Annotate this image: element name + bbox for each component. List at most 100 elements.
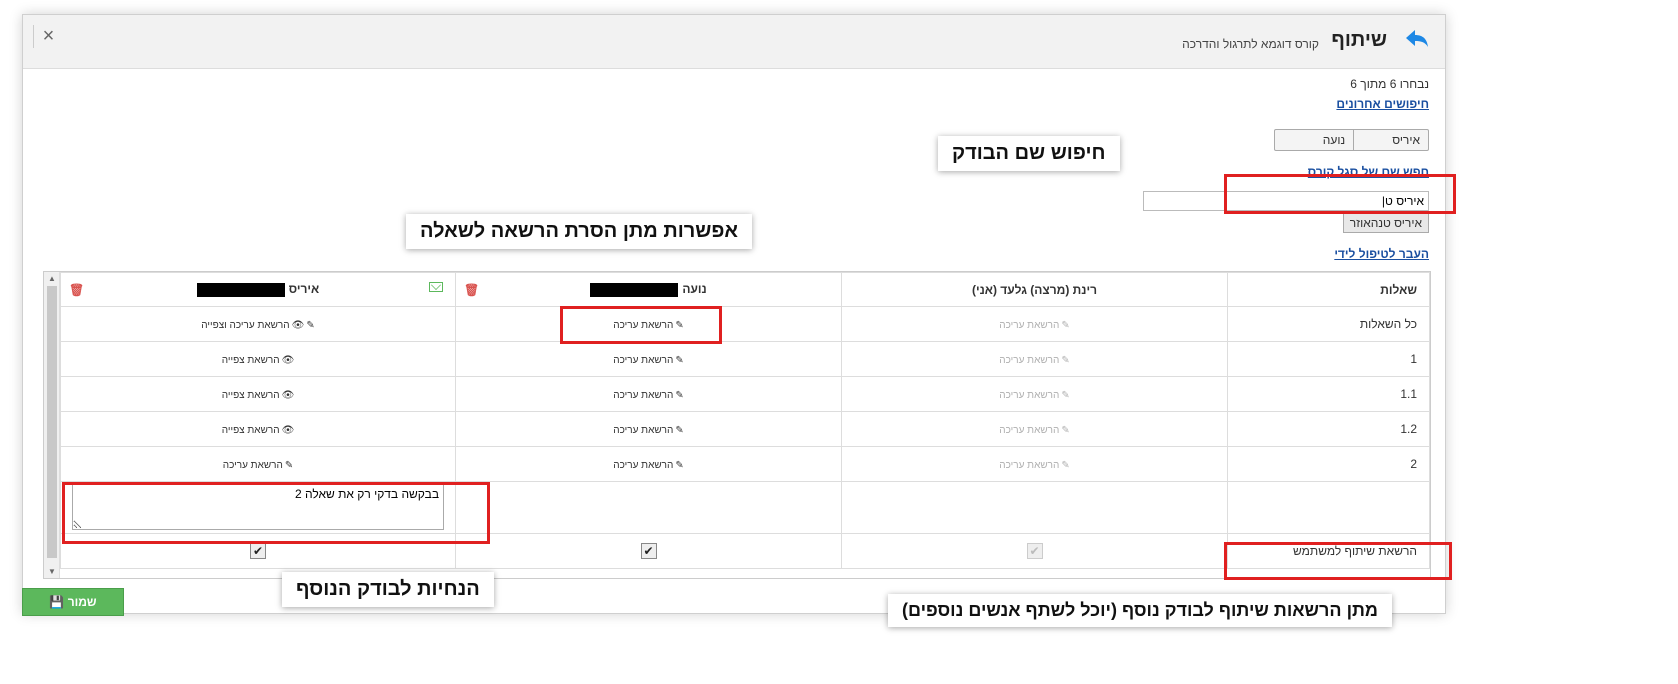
mail-icon[interactable]	[429, 282, 443, 292]
recent-searches-link[interactable]: חיפושים אחרונים	[1336, 97, 1429, 111]
scroll-thumb[interactable]	[47, 286, 57, 558]
redacted-name	[196, 282, 285, 297]
table-row: כל השאלות ✎הרשאת עריכה ✎הרשאת עריכה ✎👁הר…	[60, 306, 1430, 342]
share-dialog: שיתוף קורס דוגמא לתרגול והדרכה × נבחרו 6…	[22, 14, 1446, 614]
reviewer-notes-textarea[interactable]: בבקשה בדקי רק את שאלה 2	[72, 482, 444, 530]
edit-permission[interactable]: ✎הרשאת עריכה	[223, 460, 293, 471]
permissions-table: שאלות רינת (מרצה) גלעד (אני) נועה 🗑 אירי…	[60, 272, 1430, 569]
question-cell: 1.2	[1227, 411, 1430, 447]
search-staff-link[interactable]: חפש שם של סגל קורס	[1308, 165, 1429, 179]
edit-permission: ✎הרשאת עריכה	[999, 320, 1070, 331]
rinat-cell: ✎הרשאת עריכה	[841, 341, 1228, 377]
edit-permission[interactable]: ✎הרשאת עריכה	[613, 320, 683, 331]
header-iris: איריס 🗑	[60, 272, 456, 307]
rinat-cell: ✎הרשאת עריכה	[841, 376, 1228, 412]
dialog-header: שיתוף קורס דוגמא לתרגול והדרכה ×	[23, 15, 1445, 69]
share-permission-label: הרשאת שיתוף למשתמש	[1227, 533, 1430, 569]
transfer-link[interactable]: העבר לטיפול לידי	[1334, 247, 1429, 261]
edit-view-permission[interactable]: ✎👁הרשאת עריכה וצפייה	[201, 320, 314, 331]
iris-cell: ✎👁הרשאת עריכה וצפייה	[60, 306, 456, 342]
scrollbar[interactable]: ▲ ▼	[44, 272, 60, 578]
noa-cell: ✎הרשאת עריכה	[455, 411, 842, 447]
pencil-icon: ✎	[1061, 355, 1070, 366]
pencil-icon: ✎	[675, 355, 684, 366]
iris-note-cell: בבקשה בדקי רק את שאלה 2	[60, 481, 456, 534]
dialog-title: שיתוף	[1331, 29, 1387, 51]
question-cell: 2	[1227, 446, 1430, 482]
view-permission[interactable]: 👁הרשאת צפייה	[222, 425, 295, 436]
permissions-table-wrapper: ▲ ▼ שאלות רינת (מרצה) גלעד (אני) נועה 🗑 …	[43, 271, 1431, 579]
pencil-icon: ✎	[675, 320, 684, 331]
edit-permission: ✎הרשאת עריכה	[999, 460, 1070, 471]
pencil-icon: ✎	[675, 460, 684, 471]
edit-permission[interactable]: ✎הרשאת עריכה	[613, 390, 683, 401]
edit-permission: ✎הרשאת עריכה	[999, 425, 1070, 436]
pencil-icon: ✎	[675, 425, 684, 436]
pencil-icon: ✎	[1061, 425, 1070, 436]
question-cell: 1	[1227, 341, 1430, 377]
eye-icon: 👁	[281, 355, 295, 366]
course-name: קורס דוגמא לתרגול והדרכה	[1182, 37, 1319, 51]
share-permission-row: הרשאת שיתוף למשתמש ✔ ✔ ✔	[60, 533, 1430, 569]
question-cell: כל השאלות	[1227, 306, 1430, 342]
noa-cell: ✎הרשאת עריכה	[455, 306, 842, 342]
table-row: 1.1 ✎הרשאת עריכה ✎הרשאת עריכה 👁הרשאת צפי…	[60, 376, 1430, 412]
noa-cell: ✎הרשאת עריכה	[455, 376, 842, 412]
eye-icon: 👁	[281, 390, 295, 401]
edit-permission[interactable]: ✎הרשאת עריכה	[613, 460, 683, 471]
view-permission[interactable]: 👁הרשאת צפייה	[222, 355, 295, 366]
edit-permission[interactable]: ✎הרשאת עריכה	[613, 355, 683, 366]
rinat-cell: ✎הרשאת עריכה	[841, 306, 1228, 342]
notes-row: בבקשה בדקי רק את שאלה 2	[60, 481, 1430, 534]
header-rinat: רינת (מרצה) גלעד (אני)	[841, 272, 1228, 307]
pencil-icon: ✎	[675, 390, 684, 401]
rinat-cell: ✎הרשאת עריכה	[841, 411, 1228, 447]
callout-remove-permission: אפשרות מתן הסרת הרשאה לשאלה	[406, 214, 753, 249]
selection-count: נבחרו 6 מתוך 6	[1350, 77, 1429, 91]
callout-search-reviewer: חיפוש שם הבודק	[938, 136, 1120, 171]
close-icon[interactable]: ×	[33, 25, 63, 48]
save-icon: 💾	[49, 595, 65, 609]
callout-share-permission: מתן הרשאות שיתוף לבודק נוסף (יוכל לשתף א…	[888, 594, 1392, 627]
question-cell: 1.1	[1227, 376, 1430, 412]
back-arrow-icon[interactable]	[1403, 27, 1431, 51]
iris-cell: 👁הרשאת צפייה	[60, 341, 456, 377]
chip-noa[interactable]: נועה	[1275, 130, 1353, 150]
eye-icon: 👁	[291, 320, 305, 331]
pencil-icon: ✎	[284, 460, 294, 471]
pencil-icon: ✎	[1061, 390, 1070, 401]
selected-users: איריס נועה	[1273, 129, 1429, 151]
chip-iris[interactable]: איריס	[1353, 130, 1428, 150]
share-checkbox-rinat: ✔	[1026, 543, 1043, 559]
noa-cell: ✎הרשאת עריכה	[455, 341, 842, 377]
edit-permission[interactable]: ✎הרשאת עריכה	[613, 425, 683, 436]
suggestion-item[interactable]: איריס טנהאוזר	[1342, 213, 1429, 233]
edit-permission: ✎הרשאת עריכה	[999, 390, 1070, 401]
share-checkbox-noa[interactable]: ✔	[640, 543, 657, 559]
table-row: 1 ✎הרשאת עריכה ✎הרשאת עריכה 👁הרשאת צפייה	[60, 341, 1430, 377]
redacted-name	[590, 282, 679, 297]
header-questions: שאלות	[1227, 272, 1430, 307]
share-checkbox-iris[interactable]: ✔	[250, 543, 266, 559]
iris-cell: 👁הרשאת צפייה	[60, 376, 456, 412]
view-permission[interactable]: 👁הרשאת צפייה	[222, 390, 295, 401]
header-noa: נועה 🗑	[455, 272, 842, 307]
scroll-up-icon[interactable]: ▲	[46, 274, 58, 283]
noa-cell: ✎הרשאת עריכה	[455, 446, 842, 482]
save-button[interactable]: שמור 💾	[22, 588, 124, 616]
edit-permission: ✎הרשאת עריכה	[999, 355, 1070, 366]
rinat-cell: ✎הרשאת עריכה	[841, 446, 1228, 482]
trash-icon[interactable]: 🗑	[69, 283, 84, 297]
page: שיתוף קורס דוגמא לתרגול והדרכה × נבחרו 6…	[0, 0, 1678, 684]
pencil-icon: ✎	[306, 320, 315, 331]
trash-icon[interactable]: 🗑	[464, 283, 479, 297]
reviewer-search-input[interactable]	[1143, 191, 1429, 211]
table-header-row: שאלות רינת (מרצה) גלעד (אני) נועה 🗑 אירי…	[60, 272, 1430, 307]
eye-icon: 👁	[281, 425, 295, 436]
scroll-down-icon[interactable]: ▼	[46, 567, 58, 576]
iris-cell: 👁הרשאת צפייה	[60, 411, 456, 447]
pencil-icon: ✎	[1061, 320, 1070, 331]
iris-cell: ✎הרשאת עריכה	[60, 446, 456, 482]
pencil-icon: ✎	[1061, 460, 1070, 471]
callout-instructions: הנחיות לבודק הנוסף	[282, 572, 494, 607]
